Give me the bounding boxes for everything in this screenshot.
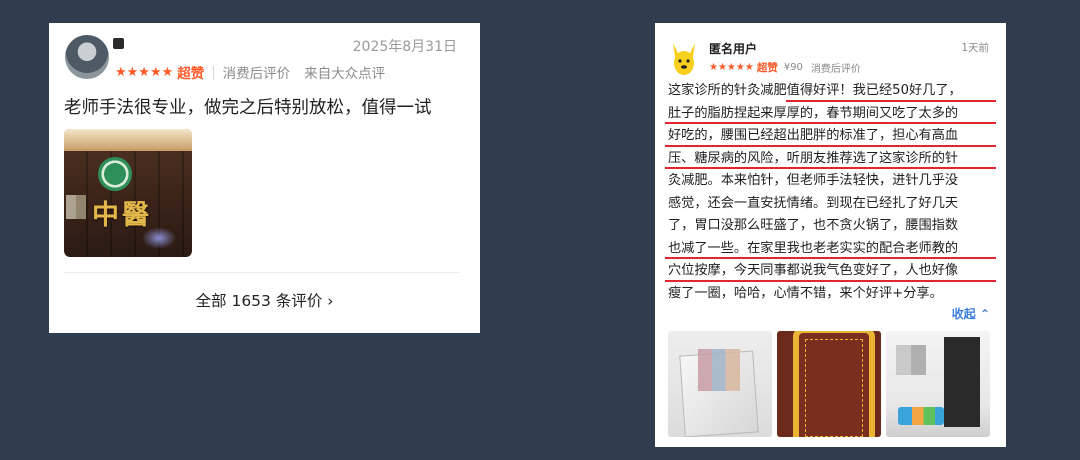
review-type: 消费后评价 (810, 63, 861, 75)
review-photo[interactable] (668, 331, 772, 437)
divider: | (211, 64, 216, 80)
divider-line (64, 272, 460, 273)
review-line: 压、糖尿病的风险，听朋友推荐选了这家诊所的针 (665, 148, 998, 171)
clinic-logo-icon (98, 157, 132, 191)
review-line: 这家诊所的针灸减肥值得好评！我已经50好几了， (668, 80, 998, 103)
review-text: 老师手法很专业，做完之后特别放松，值得一试 (64, 98, 432, 118)
all-reviews-link[interactable]: 全部 1653 条评价 › (49, 289, 480, 311)
review-photos (668, 331, 990, 437)
review-photo[interactable] (777, 331, 881, 437)
review-line: 穴位按摩，今天同事都说我气色变好了，人也好像 (665, 260, 998, 283)
yellow-mascot-avatar-icon[interactable] (670, 41, 698, 77)
review-card-right: 匿名用户 1天前 ★★★★★ 超赞 ¥90 消费后评价 这家诊所的针灸减肥值得好… (655, 23, 1006, 447)
price: ¥90 (783, 61, 803, 73)
review-line: 灸减肥。本来怕针，但老师手法轻快，进针几乎没 (668, 173, 959, 188)
review-type: 消费后评价 (222, 66, 291, 82)
review-photo[interactable] (886, 331, 990, 437)
review-card-left: 2025年8月31日 ★★★★★ 超赞 | 消费后评价 来自大众点评 老师手法很… (49, 23, 480, 333)
review-line: 也减了一些。在家里我也老老实实的配合老师教的 (665, 238, 998, 261)
review-time: 1天前 (961, 42, 989, 54)
review-date: 2025年8月31日 (352, 39, 457, 55)
rating-row: ★★★★★ 超赞 ¥90 消费后评价 (709, 60, 861, 75)
review-line: 感觉，还会一直安抚情绪。到现在已经扎了好几天 (668, 195, 959, 211)
mosaic-blur (896, 345, 926, 375)
review-line: 瘦了一圈，哈哈，心情不错，来个好评+分享。 (668, 285, 943, 301)
review-source: 来自大众点评 (304, 66, 386, 82)
collapse-button[interactable]: 收起 ⌃ (952, 305, 990, 322)
rating-label: 超赞 (756, 61, 778, 74)
review-line: 好吃的，腰围已经超出肥胖的标准了，担心有高血 (665, 125, 998, 148)
mosaic-blur (698, 349, 740, 391)
mosaic-blur (66, 195, 86, 219)
review-line: 了，胃口没那么旺盛了，也不贪火锅了，腰围指数 (668, 218, 959, 233)
review-line: 肚子的脂肪捏起来厚厚的，春节期间又吃了太多的 (665, 103, 998, 126)
review-photo[interactable]: 中醫 (64, 129, 192, 257)
rating-row: ★★★★★ 超赞 | 消费后评价 来自大众点评 (115, 63, 386, 83)
clinic-sign: 中醫 (92, 200, 152, 231)
username-redacted (113, 38, 124, 49)
star-rating-icon: ★★★★★ (709, 61, 754, 73)
rating-label: 超赞 (177, 66, 205, 82)
avatar[interactable] (65, 35, 109, 79)
username[interactable]: 匿名用户 (709, 40, 757, 57)
star-rating-icon: ★★★★★ (115, 64, 174, 80)
review-body: 这家诊所的针灸减肥值得好评！我已经50好几了， 肚子的脂肪捏起来厚厚的，春节期间… (665, 80, 998, 305)
